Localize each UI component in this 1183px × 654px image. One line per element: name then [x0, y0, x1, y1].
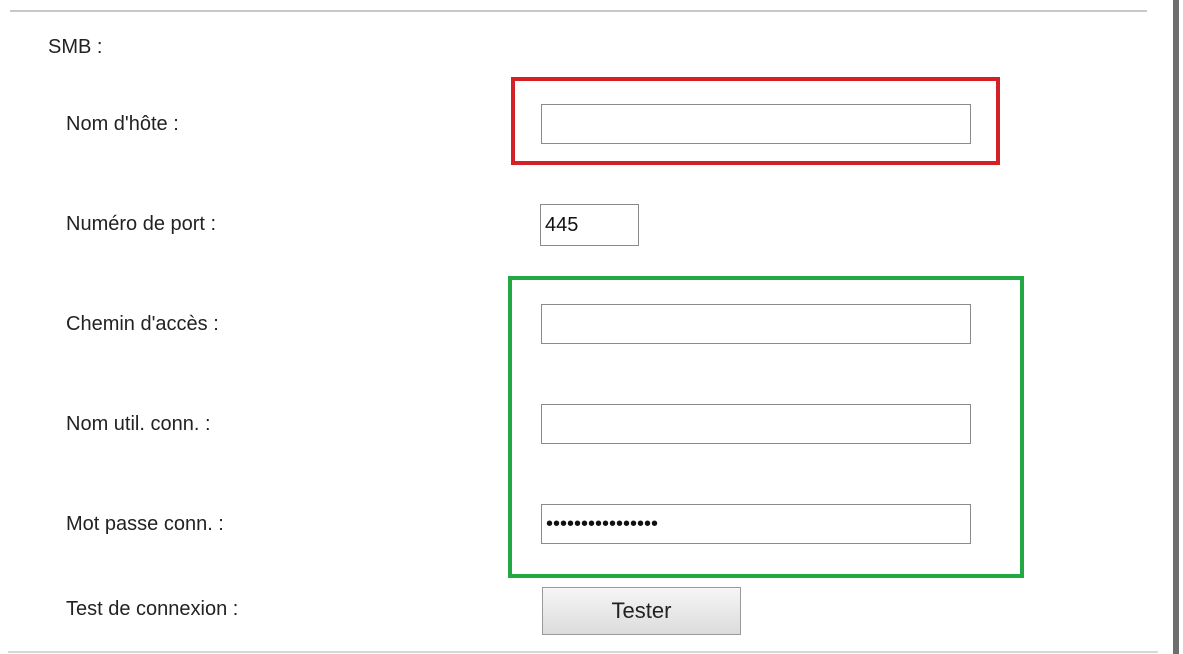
bottom-divider [8, 651, 1158, 653]
password-label: Mot passe conn. : [66, 513, 224, 535]
section-title: SMB : [48, 36, 103, 58]
username-label: Nom util. conn. : [66, 413, 211, 435]
port-input[interactable] [540, 204, 639, 246]
hostname-input[interactable] [541, 104, 971, 144]
test-connection-button[interactable]: Tester [542, 587, 741, 635]
top-divider [10, 10, 1147, 12]
port-label: Numéro de port : [66, 213, 217, 235]
password-input[interactable] [541, 504, 971, 544]
scrollbar-edge [1173, 0, 1179, 654]
connection-test-label: Test de connexion : [66, 598, 239, 620]
smb-settings-panel: SMB : Nom d'hôte : Numéro de port : Chem… [0, 0, 1183, 654]
path-input[interactable] [541, 304, 971, 344]
hostname-label: Nom d'hôte : [66, 113, 179, 135]
path-label: Chemin d'accès : [66, 313, 219, 335]
username-input[interactable] [541, 404, 971, 444]
